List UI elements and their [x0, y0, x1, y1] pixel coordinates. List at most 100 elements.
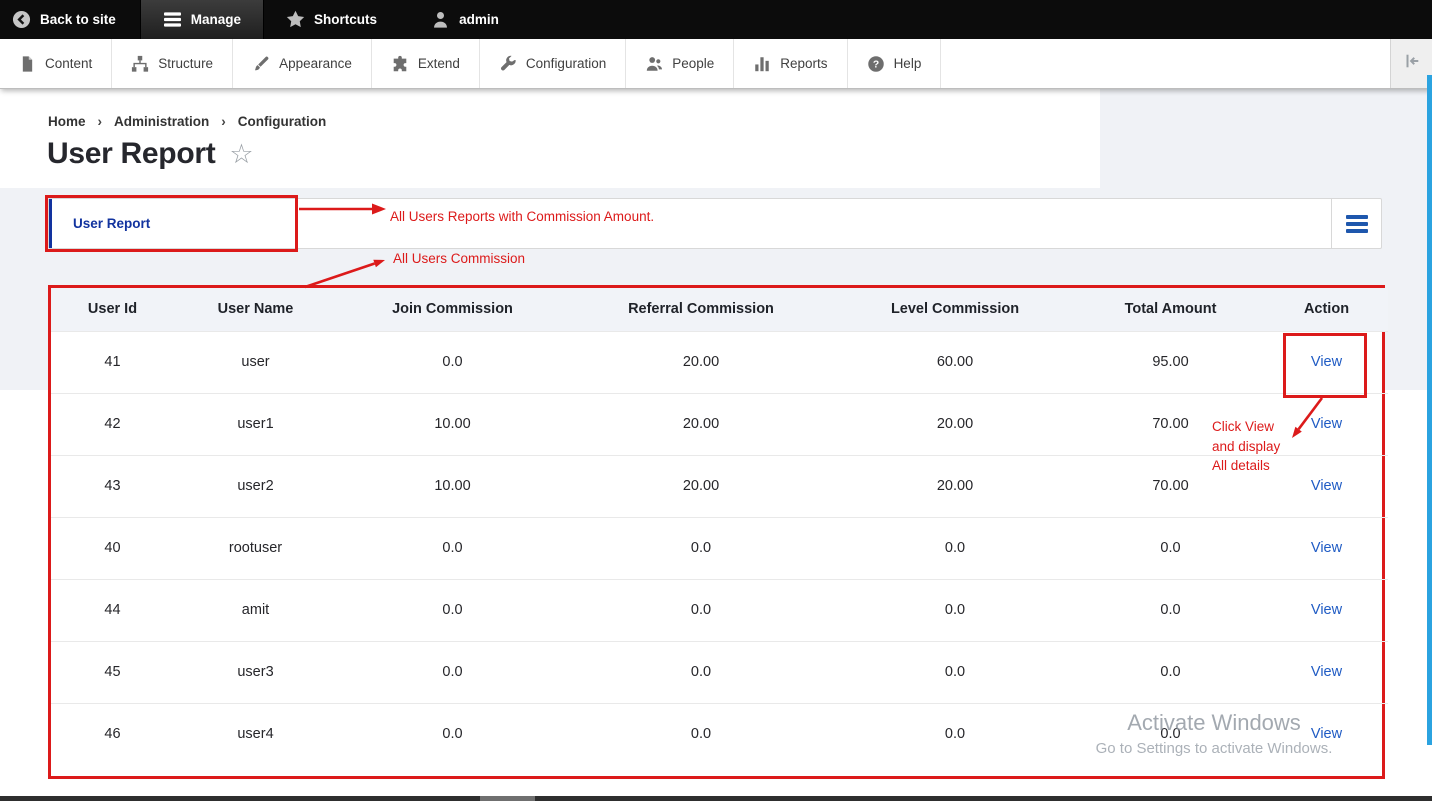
cell-user-name: user2: [174, 454, 337, 517]
cell-join-commission: 0.0: [337, 516, 568, 579]
table-body: 41 user 0.0 20.00 60.00 95.00 View 42 us…: [51, 330, 1388, 765]
admin-user-menu[interactable]: admin: [415, 0, 515, 39]
cell-level-commission: 0.0: [834, 516, 1076, 579]
breadcrumb-configuration[interactable]: Configuration: [238, 114, 326, 129]
cell-action: View: [1265, 516, 1388, 579]
cell-join-commission: 10.00: [337, 454, 568, 517]
cell-user-id: 44: [51, 578, 174, 641]
tabs-bar: User Report: [48, 198, 1382, 249]
menu-bar-icon: [1345, 228, 1368, 233]
breadcrumb-home[interactable]: Home: [48, 114, 86, 129]
cell-level-commission: 20.00: [834, 454, 1076, 517]
back-to-site-label: Back to site: [40, 12, 116, 27]
file-icon: [19, 55, 36, 73]
toolbar-item-people[interactable]: People: [626, 39, 735, 88]
toolbar-item-structure[interactable]: Structure: [112, 39, 234, 88]
header-right-background-panel: [1100, 89, 1432, 189]
toolbar-item-content[interactable]: Content: [0, 39, 113, 88]
cell-user-id: 41: [51, 330, 174, 393]
annotation-view-note-line: Click View: [1212, 419, 1275, 434]
toolbar-item-configuration[interactable]: Configuration: [480, 39, 627, 88]
cell-user-id: 40: [51, 516, 174, 579]
cell-referral-commission: 0.0: [568, 516, 834, 579]
menu-bar-icon: [1345, 221, 1368, 226]
toolbar-item-label: Appearance: [279, 56, 352, 71]
toolbar-item-appearance[interactable]: Appearance: [233, 39, 372, 88]
header-user-name: User Name: [174, 288, 337, 331]
cell-referral-commission: 20.00: [568, 454, 834, 517]
table-row: 42 user1 10.00 20.00 20.00 70.00 View: [51, 392, 1388, 455]
breadcrumb-separator: ›: [221, 114, 226, 129]
breadcrumb-administration[interactable]: Administration: [114, 114, 209, 129]
header-user-id: User Id: [51, 288, 174, 331]
header-referral-commission: Referral Commission: [568, 288, 834, 331]
bar-chart-icon: [753, 55, 771, 73]
toolbar-item-extend[interactable]: Extend: [372, 39, 480, 88]
table-row: 40 rootuser 0.0 0.0 0.0 0.0 View: [51, 516, 1388, 579]
view-link[interactable]: View: [1311, 664, 1342, 680]
shortcuts-tab[interactable]: Shortcuts: [270, 0, 393, 39]
user-report-table: User Id User Name Join Commission Referr…: [51, 288, 1388, 765]
cell-action: View: [1265, 640, 1388, 703]
table-row: 41 user 0.0 20.00 60.00 95.00 View: [51, 330, 1388, 393]
view-link[interactable]: View: [1311, 726, 1342, 742]
cell-user-name: user3: [174, 640, 337, 703]
cell-total-amount: 0.0: [1076, 516, 1265, 579]
cell-join-commission: 10.00: [337, 392, 568, 455]
admin-user-label: admin: [459, 12, 499, 27]
cell-user-id: 43: [51, 454, 174, 517]
annotation-table-note: All Users Commission: [393, 251, 526, 266]
cell-action: View: [1265, 578, 1388, 641]
bottom-window-edge: [0, 796, 1432, 801]
cell-user-id: 42: [51, 392, 174, 455]
view-link[interactable]: View: [1311, 540, 1342, 556]
cell-level-commission: 60.00: [834, 330, 1076, 393]
view-link[interactable]: View: [1311, 478, 1342, 494]
hamburger-icon: [163, 11, 182, 28]
puzzle-icon: [391, 55, 409, 73]
back-to-site-button[interactable]: Back to site: [0, 0, 132, 39]
view-link[interactable]: View: [1311, 416, 1342, 432]
favorite-star-icon[interactable]: ☆: [229, 140, 253, 168]
back-circle-icon: [12, 10, 31, 29]
table-row: 45 user3 0.0 0.0 0.0 0.0 View: [51, 640, 1388, 703]
right-edge-accent: [1427, 75, 1432, 745]
page-title-text: User Report: [47, 137, 216, 170]
manage-label: Manage: [190, 12, 242, 27]
table-header-row: User Id User Name Join Commission Referr…: [51, 288, 1388, 331]
annotation-view-note-line: All details: [1212, 458, 1270, 473]
toolbar-collapse-button[interactable]: [1390, 39, 1432, 88]
cell-referral-commission: 0.0: [568, 702, 834, 765]
admin-menu-toolbar: Content Structure Appearance Extend Conf…: [0, 39, 1432, 89]
view-link[interactable]: View: [1311, 354, 1342, 370]
cell-level-commission: 20.00: [834, 392, 1076, 455]
table-row: 44 amit 0.0 0.0 0.0 0.0 View: [51, 578, 1388, 641]
toolbar-item-reports[interactable]: Reports: [734, 39, 848, 88]
cell-user-name: user: [174, 330, 337, 393]
cell-action: View: [1265, 702, 1388, 765]
admin-toolbar: Back to site Manage Shortcuts admin: [0, 0, 1432, 39]
cell-action: View: [1265, 330, 1388, 393]
cell-level-commission: 0.0: [834, 578, 1076, 641]
view-link[interactable]: View: [1311, 602, 1342, 618]
drupal-admin-screen: Back to site Manage Shortcuts admin Cont…: [0, 0, 1432, 801]
bottom-edge-highlight: [480, 796, 535, 801]
manage-tab[interactable]: Manage: [139, 0, 265, 39]
cell-user-name: user4: [174, 702, 337, 765]
cell-user-id: 46: [51, 702, 174, 765]
tabs-menu-button[interactable]: [1331, 199, 1381, 248]
sitemap-icon: [131, 55, 149, 73]
header-total-amount: Total Amount: [1076, 288, 1265, 331]
cell-action: View: [1265, 454, 1388, 517]
toolbar-item-help[interactable]: ? Help: [848, 39, 942, 88]
cell-user-name: amit: [174, 578, 337, 641]
shortcuts-label: Shortcuts: [314, 12, 378, 27]
user-report-table-card: User Id User Name Join Commission Referr…: [48, 285, 1388, 779]
toolbar-item-label: Structure: [158, 56, 214, 71]
wrench-icon: [499, 55, 517, 73]
cell-level-commission: 0.0: [834, 702, 1076, 765]
cell-join-commission: 0.0: [337, 640, 568, 703]
tab-user-report[interactable]: User Report: [49, 199, 297, 248]
header-action: Action: [1265, 288, 1388, 331]
